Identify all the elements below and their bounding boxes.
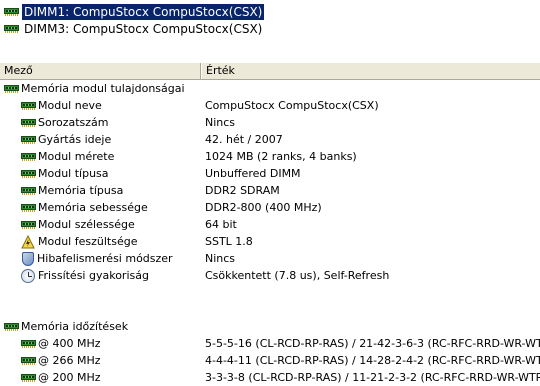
field-value: 1024 MB (2 ranks, 4 banks) <box>205 150 357 163</box>
ram-icon <box>21 135 36 144</box>
ram-icon <box>4 24 19 33</box>
ram-icon <box>4 84 19 93</box>
section-title: Memória modul tulajdonságai <box>21 82 185 95</box>
ram-icon <box>21 186 36 195</box>
section-header[interactable]: Memória modul tulajdonságai <box>0 80 540 97</box>
table-row[interactable]: Modul neve CompuStocx CompuStocx(CSX) <box>0 97 540 114</box>
ram-icon <box>4 322 19 331</box>
field-label: Modul szélessége <box>38 218 135 231</box>
device-item-dimm3[interactable]: DIMM3: CompuStocx CompuStocx(CSX) <box>0 20 540 37</box>
table-row[interactable]: Hibafelismerési módszer Nincs <box>0 250 540 267</box>
table-row[interactable]: @ 200 MHz 3-3-3-8 (CL-RCD-RP-RAS) / 11-2… <box>0 369 540 386</box>
device-list: DIMM1: CompuStocx CompuStocx(CSX) DIMM3:… <box>0 0 540 37</box>
ram-icon <box>21 220 36 229</box>
field-label: Modul mérete <box>38 150 115 163</box>
field-value: Unbuffered DIMM <box>205 167 301 180</box>
field-label: Gyártás ideje <box>38 133 112 146</box>
ram-icon <box>21 169 36 178</box>
ram-icon <box>21 203 36 212</box>
field-value: CompuStocx CompuStocx(CSX) <box>205 99 379 112</box>
field-value: DDR2-800 (400 MHz) <box>205 201 322 214</box>
field-value: 3-3-3-8 (CL-RCD-RP-RAS) / 11-21-2-3-2 (R… <box>205 371 540 384</box>
shield-icon <box>22 251 34 266</box>
table-row[interactable]: @ 400 MHz 5-5-5-16 (CL-RCD-RP-RAS) / 21-… <box>0 335 540 352</box>
ram-icon <box>21 118 36 127</box>
ram-icon <box>21 339 36 348</box>
table-row[interactable]: Modul szélessége 64 bit <box>0 216 540 233</box>
field-label: Hibafelismerési módszer <box>37 252 173 265</box>
properties-grid: Mező Érték Memória modul tulajdonságai M… <box>0 62 540 384</box>
clock-icon <box>21 268 35 283</box>
field-label: Frissítési gyakoriság <box>38 269 149 282</box>
field-value: 64 bit <box>205 218 237 231</box>
column-header-value[interactable]: Érték <box>201 63 540 79</box>
field-value: 4-4-4-11 (CL-RCD-RP-RAS) / 14-28-2-4-2 (… <box>205 354 540 367</box>
table-row[interactable]: Memória típusa DDR2 SDRAM <box>0 182 540 199</box>
field-value: SSTL 1.8 <box>205 235 253 248</box>
table-row[interactable]: Frissítési gyakoriság Csökkentett (7.8 u… <box>0 267 540 284</box>
device-label: DIMM3: CompuStocx CompuStocx(CSX) <box>24 21 263 36</box>
table-row[interactable]: Modul mérete 1024 MB (2 ranks, 4 banks) <box>0 148 540 165</box>
field-value: DDR2 SDRAM <box>205 184 280 197</box>
field-value: Nincs <box>205 116 236 129</box>
table-row[interactable]: Memória sebessége DDR2-800 (400 MHz) <box>0 199 540 216</box>
field-value: 42. hét / 2007 <box>205 133 283 146</box>
voltage-icon <box>21 234 35 248</box>
field-label: Modul neve <box>38 99 102 112</box>
column-header-field[interactable]: Mező <box>0 63 201 79</box>
ram-icon <box>21 101 36 110</box>
ram-icon <box>21 356 36 365</box>
table-row[interactable]: @ 266 MHz 4-4-4-11 (CL-RCD-RP-RAS) / 14-… <box>0 352 540 369</box>
field-value: 5-5-5-16 (CL-RCD-RP-RAS) / 21-42-3-6-3 (… <box>205 337 540 350</box>
field-label: @ 400 MHz <box>38 337 101 350</box>
field-value: Nincs <box>205 252 236 265</box>
table-row[interactable]: Sorozatszám Nincs <box>0 114 540 131</box>
ram-icon <box>21 152 36 161</box>
section-title: Memória időzítések <box>21 320 129 333</box>
ram-icon <box>21 373 36 382</box>
field-label: @ 266 MHz <box>38 354 101 367</box>
field-label: Memória típusa <box>38 184 124 197</box>
table-row[interactable]: Gyártás ideje 42. hét / 2007 <box>0 131 540 148</box>
device-label: DIMM1: CompuStocx CompuStocx(CSX) <box>22 3 265 20</box>
field-label: Modul feszültsége <box>38 235 138 248</box>
device-item-dimm1[interactable]: DIMM1: CompuStocx CompuStocx(CSX) <box>0 3 540 20</box>
field-value: Csökkentett (7.8 us), Self-Refresh <box>205 269 390 282</box>
ram-icon <box>4 7 19 16</box>
field-label: Sorozatszám <box>38 116 109 129</box>
table-row[interactable]: Modul típusa Unbuffered DIMM <box>0 165 540 182</box>
column-header: Mező Érték <box>0 62 540 80</box>
field-label: Modul típusa <box>38 167 109 180</box>
field-label: @ 200 MHz <box>38 371 101 384</box>
table-row[interactable]: Modul feszültsége SSTL 1.8 <box>0 233 540 250</box>
field-label: Memória sebessége <box>38 201 148 214</box>
section-header[interactable]: Memória időzítések <box>0 318 540 335</box>
